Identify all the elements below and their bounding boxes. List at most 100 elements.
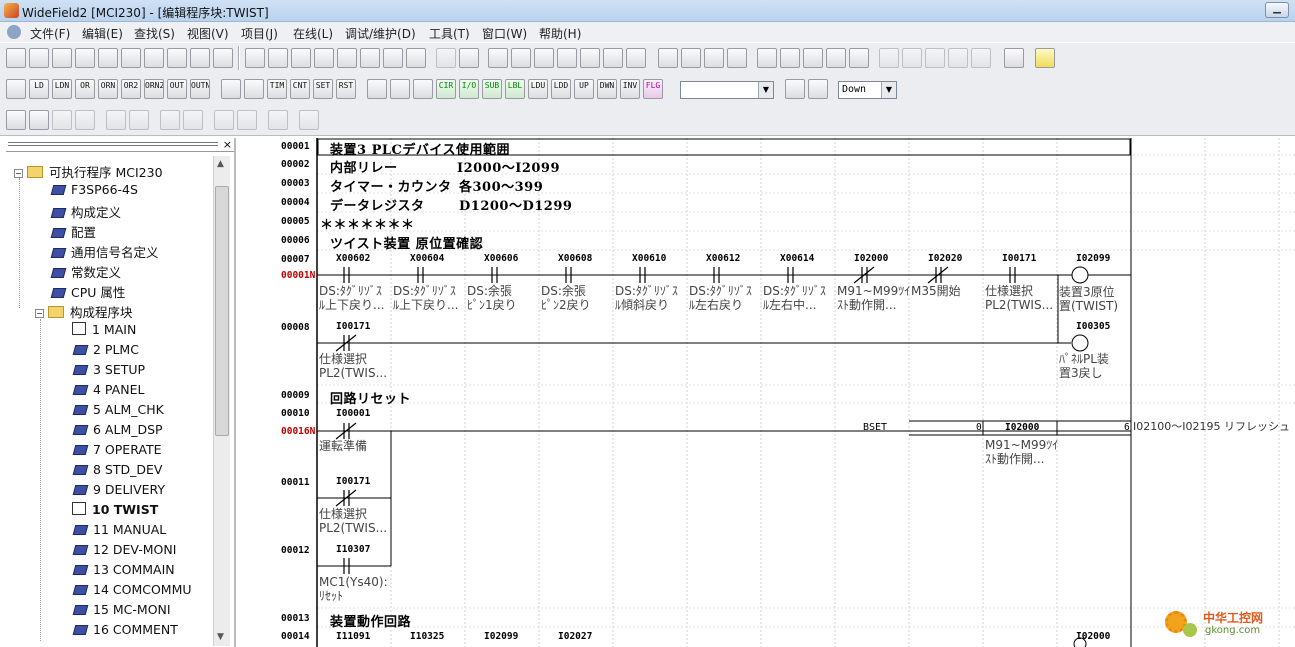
menu-edit[interactable]: 编辑(E) [82, 25, 123, 42]
move-bottom-icon[interactable] [237, 110, 257, 130]
cir-button[interactable]: CIR [436, 79, 456, 99]
tree-item-block-4[interactable]: 4 PANEL [72, 382, 144, 400]
tree-item-block-15[interactable]: 15 MC-MONI [72, 602, 171, 620]
tree-item-block-13[interactable]: 13 COMMAIN [72, 562, 175, 580]
paste-icon[interactable] [314, 48, 334, 68]
tree-item-config[interactable]: 配置 [50, 222, 96, 240]
contact-address[interactable]: X00604 [410, 253, 444, 264]
open-project-icon[interactable] [29, 48, 49, 68]
ldn-button[interactable]: LDN [52, 79, 72, 99]
contact-address[interactable]: X00614 [780, 253, 814, 264]
new-project-icon[interactable] [6, 48, 26, 68]
binoculars-icon[interactable] [785, 79, 805, 99]
force-off-icon[interactable] [948, 48, 968, 68]
tree-item-block-3[interactable]: 3 SETUP [72, 362, 145, 380]
up-button[interactable]: UP [574, 79, 594, 99]
download-icon[interactable] [757, 48, 777, 68]
compile-icon[interactable] [436, 48, 456, 68]
tools-icon[interactable] [849, 48, 869, 68]
image-icon[interactable] [268, 110, 288, 130]
out-button[interactable]: OUT [167, 79, 187, 99]
contact-address[interactable]: I00171 [1002, 253, 1036, 264]
print-icon[interactable] [167, 48, 187, 68]
contact-address[interactable]: I02020 [928, 253, 962, 264]
menu-online[interactable]: 在线(L) [293, 25, 333, 42]
menu-project[interactable]: 项目(J) [241, 25, 278, 42]
menu-debug[interactable]: 调试/维护(D) [345, 25, 416, 42]
jump-icon[interactable] [413, 79, 433, 99]
chevron-down-icon[interactable]: ▼ [881, 82, 896, 98]
contact-address[interactable]: I02099 [484, 631, 518, 642]
tree-item-block-16[interactable]: 16 COMMENT [72, 622, 178, 640]
stop-icon[interactable] [826, 48, 846, 68]
direction-select[interactable]: Down ▼ [838, 81, 897, 99]
outn-button[interactable]: OUTN [190, 79, 210, 99]
monitor-off-icon[interactable] [902, 48, 922, 68]
tim-button[interactable]: TIM [267, 79, 287, 99]
scroll-down-icon[interactable]: ▼ [217, 632, 224, 642]
tree-item-block-11[interactable]: 11 MANUAL [72, 522, 166, 540]
contact-address[interactable]: I02000 [854, 253, 888, 264]
online-edit-icon[interactable] [971, 48, 991, 68]
tree-item-blocks-folder[interactable]: − 构成程序块 [35, 302, 133, 320]
or-button[interactable]: OR [75, 79, 95, 99]
instruction-name[interactable]: BSET [863, 422, 887, 433]
coil-address[interactable]: I02099 [1076, 253, 1110, 264]
contact-address[interactable]: X00606 [484, 253, 518, 264]
tree-item-block-1[interactable]: 1 MAIN [72, 322, 136, 340]
contact-address[interactable]: I10307 [336, 544, 370, 555]
move-down-icon[interactable] [160, 110, 180, 130]
close-icon[interactable]: × [223, 139, 232, 150]
x201-icon[interactable] [557, 48, 577, 68]
contact-address[interactable]: I11091 [336, 631, 370, 642]
tree-item-block-9[interactable]: 9 DELIVERY [72, 482, 165, 500]
zoom-out-icon[interactable] [603, 48, 623, 68]
ladder-editor[interactable]: 00001 00002 00003 00004 00005 00006 0000… [238, 138, 1295, 647]
help-icon[interactable] [1035, 48, 1055, 68]
tree-item-cpu-type[interactable]: F3SP66-4S [50, 182, 138, 200]
export-icon[interactable] [1004, 48, 1024, 68]
upload-icon[interactable] [780, 48, 800, 68]
copy-project-icon[interactable] [75, 48, 95, 68]
tree-item-block-10[interactable]: 10 TWIST [72, 502, 158, 520]
open-file-icon[interactable] [121, 48, 141, 68]
sub-button[interactable]: SUB [482, 79, 502, 99]
indent-icon[interactable] [52, 110, 72, 130]
print-preview-icon[interactable] [190, 48, 210, 68]
tree-item-block-6[interactable]: 6 ALM_DSP [72, 422, 163, 440]
print-setup-icon[interactable] [213, 48, 233, 68]
instruction-param[interactable]: 6 [1124, 422, 1130, 433]
menu-window[interactable]: 窗口(W) [482, 25, 527, 42]
tree-item-block-5[interactable]: 5 ALM_CHK [72, 402, 164, 420]
lbl-button[interactable]: LBL [505, 79, 525, 99]
contact-address[interactable]: X00608 [558, 253, 592, 264]
open-folder-icon[interactable] [52, 48, 72, 68]
move-top-icon[interactable] [214, 110, 234, 130]
rst-button[interactable]: RST [336, 79, 356, 99]
inv-button[interactable]: INV [620, 79, 640, 99]
copy-icon[interactable] [291, 48, 311, 68]
contact-address[interactable]: I00001 [336, 408, 370, 419]
orn-button[interactable]: ORN [98, 79, 118, 99]
or2-button[interactable]: OR2 [121, 79, 141, 99]
tree-item-signal-names[interactable]: 通用信号名定义 [50, 242, 159, 260]
dwn-button[interactable]: DWN [597, 79, 617, 99]
list-collapse-icon[interactable] [129, 110, 149, 130]
contact-address[interactable]: I00171 [336, 321, 370, 332]
block-props-icon[interactable] [29, 110, 49, 130]
save-icon[interactable] [144, 48, 164, 68]
tree-item-config-def[interactable]: 构成定义 [50, 202, 121, 220]
menu-find[interactable]: 查找(S) [134, 25, 175, 42]
check-icon[interactable] [658, 48, 678, 68]
cnt-button[interactable]: CNT [290, 79, 310, 99]
convert-icon[interactable] [459, 48, 479, 68]
tree-item-block-8[interactable]: 8 STD_DEV [72, 462, 162, 480]
table-icon[interactable] [406, 48, 426, 68]
tree-item-root[interactable]: − 可执行程序 MCI230 [14, 162, 163, 180]
tree-item-block-12[interactable]: 12 DEV-MONI [72, 542, 176, 560]
note-icon[interactable] [299, 110, 319, 130]
outdent-icon[interactable] [75, 110, 95, 130]
scroll-up-icon[interactable]: ▲ [217, 159, 224, 169]
ld-button[interactable]: LD [29, 79, 49, 99]
tree-item-block-2[interactable]: 2 PLMC [72, 342, 139, 360]
